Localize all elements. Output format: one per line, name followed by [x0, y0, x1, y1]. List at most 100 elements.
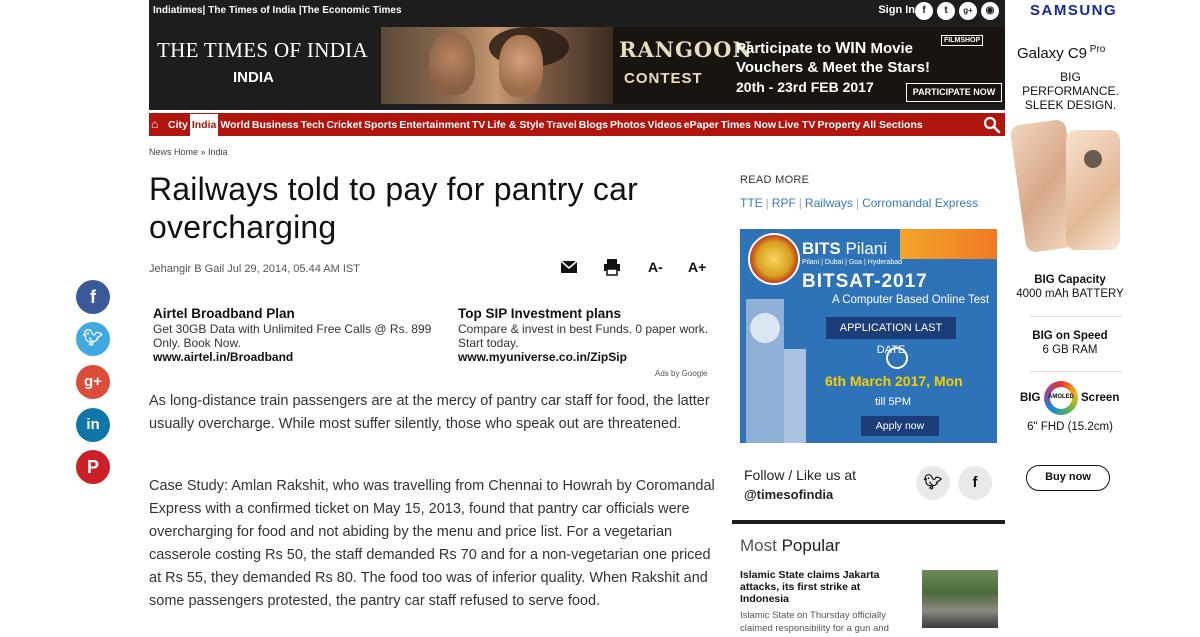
nav-item-travel[interactable]: Travel [546, 119, 576, 131]
nav-item-life-style[interactable]: Life & Style [487, 119, 544, 131]
read-more-link[interactable]: Corromandal Express [862, 196, 978, 210]
share-pinterest-icon[interactable]: P [76, 450, 110, 484]
article-headline: Railways told to pay for pantry car over… [149, 171, 638, 245]
et-link[interactable]: |The Economic Times [299, 5, 402, 16]
follow-label: Follow / Like us at [744, 467, 857, 483]
ads-by-google-label[interactable]: Ads by Google [655, 369, 707, 378]
rss-icon[interactable]: ◉ [981, 2, 999, 20]
facebook-icon[interactable]: f [915, 2, 933, 20]
spec-ram: BIG on Speed 6 GB RAM [1010, 329, 1130, 357]
spec-screen: BIG Screen [1020, 391, 1140, 405]
share-twitter-icon[interactable]: 🐦︎ [76, 322, 110, 356]
nav-item-entertainment[interactable]: Entertainment [399, 119, 470, 131]
bitsat-ad[interactable]: BITS Pilani Pilani | Dubai | Goa | Hyder… [740, 229, 997, 443]
top-bar: Indiatimes| The Times of India |The Econom… [149, 0, 1005, 22]
nav-item-videos[interactable]: Videos [648, 119, 682, 131]
most-popular-summary: Islamic State on Thursday officially cla… [740, 610, 889, 634]
banner-promo-text: Participate to WIN Movie Vouchers & Meet… [736, 39, 930, 77]
samsung-tagline: BIG PERFORMANCE. SLEEK DESIGN. [1022, 70, 1119, 112]
nav-item-tech[interactable]: Tech [301, 119, 325, 131]
filmshop-logo: FILMSHOP [941, 35, 984, 46]
read-more-link[interactable]: RPF [772, 196, 796, 210]
nav-item-tv[interactable]: TV [472, 119, 485, 131]
sign-in-link[interactable]: Sign In [878, 4, 915, 16]
read-more-link[interactable]: TTE [740, 196, 763, 210]
nav-item-city[interactable]: City [168, 119, 188, 131]
ad-url[interactable]: www.myuniverse.co.in/ZipSip [458, 350, 720, 364]
ad-url[interactable]: www.airtel.in/Broadband [153, 350, 443, 364]
nav-items: City India World Business Tech Cricket Sports E… [167, 114, 924, 136]
last-date-label: APPLICATION LAST DATE [826, 317, 956, 356]
google-plus-icon[interactable]: g+ [959, 2, 977, 20]
separator: | [855, 196, 860, 210]
follow-handle[interactable]: @timesofindia [744, 485, 856, 505]
camera-icon [1084, 150, 1102, 168]
spec-value: 6" FHD (15.2cm) [1027, 421, 1113, 433]
most-popular-word-a: Most [740, 536, 777, 555]
email-icon[interactable] [560, 260, 578, 274]
rangoon-contest-banner[interactable]: RANGOON CONTEST Participate to WIN Movie… [381, 27, 1005, 104]
ad-airtel[interactable]: Airtel Broadband Plan Get 30GB Data with… [153, 307, 443, 365]
spec-battery: BIG Capacity 4000 mAh BATTERY [1010, 273, 1130, 301]
read-more-link[interactable]: Railways [805, 196, 853, 210]
apply-now-button[interactable]: Apply now [861, 416, 939, 436]
follow-facebook-icon[interactable]: f [958, 466, 992, 500]
spec-divider [1030, 371, 1122, 372]
separator: | [765, 196, 769, 210]
breadcrumb[interactable]: News Home » India [149, 147, 228, 157]
edition-label: INDIA [233, 69, 274, 86]
participate-now-button[interactable]: PARTICIPATE NOW [906, 83, 1002, 102]
ad-description: Compare & invest in best Funds. 0 paper … [458, 322, 709, 350]
masthead: THE TIMES OF INDIA INDIA RANGOON CONTEST… [149, 22, 1005, 110]
home-icon[interactable]: ⌂ [151, 117, 158, 131]
share-linkedin-icon[interactable]: in [76, 408, 110, 442]
actor-face-image [429, 33, 475, 95]
nav-item-all-sections[interactable]: All Sections [863, 119, 923, 131]
banner-photo [381, 27, 613, 104]
twitter-icon[interactable]: t [937, 2, 955, 20]
search-icon[interactable] [983, 116, 1001, 134]
nav-item-cricket[interactable]: Cricket [326, 119, 362, 131]
ad-sip[interactable]: Top SIP Investment plans Compare & inves… [458, 307, 720, 365]
bits-emblem-icon [748, 233, 800, 285]
font-increase-button[interactable]: A+ [688, 259, 706, 275]
nav-item-live-tv[interactable]: Live TV [778, 119, 815, 131]
toi-link[interactable]: The Times of India [208, 5, 296, 16]
font-decrease-button[interactable]: A- [648, 259, 663, 275]
model-name: Galaxy C9 [1017, 45, 1088, 62]
nav-item-india[interactable]: India [189, 114, 219, 136]
spec-divider [1030, 316, 1122, 317]
nav-item-property[interactable]: Property [817, 119, 860, 131]
nav-item-sports[interactable]: Sports [364, 119, 397, 131]
clock-tower-image [746, 299, 784, 443]
nav-item-world[interactable]: World [220, 119, 250, 131]
ad-title[interactable]: Top SIP Investment plans [458, 307, 720, 321]
spec-title-post: Screen [1081, 392, 1120, 404]
spec-title: BIG Capacity [1034, 274, 1106, 286]
actress-face-image [499, 35, 543, 97]
buy-now-button[interactable]: Buy now [1026, 465, 1110, 491]
nav-item-business[interactable]: Business [252, 119, 299, 131]
samsung-logo[interactable]: SAMSUNG [1030, 2, 1117, 19]
bits-campuses: Pilani | Dubai | Goa | Hyderabad [802, 259, 903, 266]
ad-title[interactable]: Airtel Broadband Plan [153, 307, 443, 321]
share-facebook-icon[interactable]: f [76, 280, 110, 314]
most-popular-headline[interactable]: Islamic State claims Jakarta attacks, it… [740, 569, 905, 605]
share-google-plus-icon[interactable]: g+ [76, 365, 110, 399]
separator: | [798, 196, 802, 210]
promo-win: WIN [835, 40, 867, 57]
ad-stripe [900, 229, 997, 259]
site-logo[interactable]: THE TIMES OF INDIA [157, 38, 368, 63]
nav-item-blogs[interactable]: Blogs [579, 119, 608, 131]
nav-item-times-now[interactable]: Times Now [721, 119, 776, 131]
banner-dates: 20th - 23rd FEB 2017 [736, 79, 874, 95]
amoled-label: AMOLED [1048, 394, 1074, 400]
section-divider [732, 520, 1005, 524]
print-icon[interactable] [603, 258, 621, 276]
network-links: Indiatimes| The Times of India |The Econom… [153, 5, 405, 16]
follow-twitter-icon[interactable]: 🐦︎ [916, 466, 950, 500]
most-popular-thumbnail[interactable] [922, 570, 998, 628]
nav-item-photos[interactable]: Photos [610, 119, 646, 131]
nav-item-epaper[interactable]: ePaper [684, 119, 719, 131]
indiatimes-link[interactable]: Indiatimes| [153, 5, 205, 16]
